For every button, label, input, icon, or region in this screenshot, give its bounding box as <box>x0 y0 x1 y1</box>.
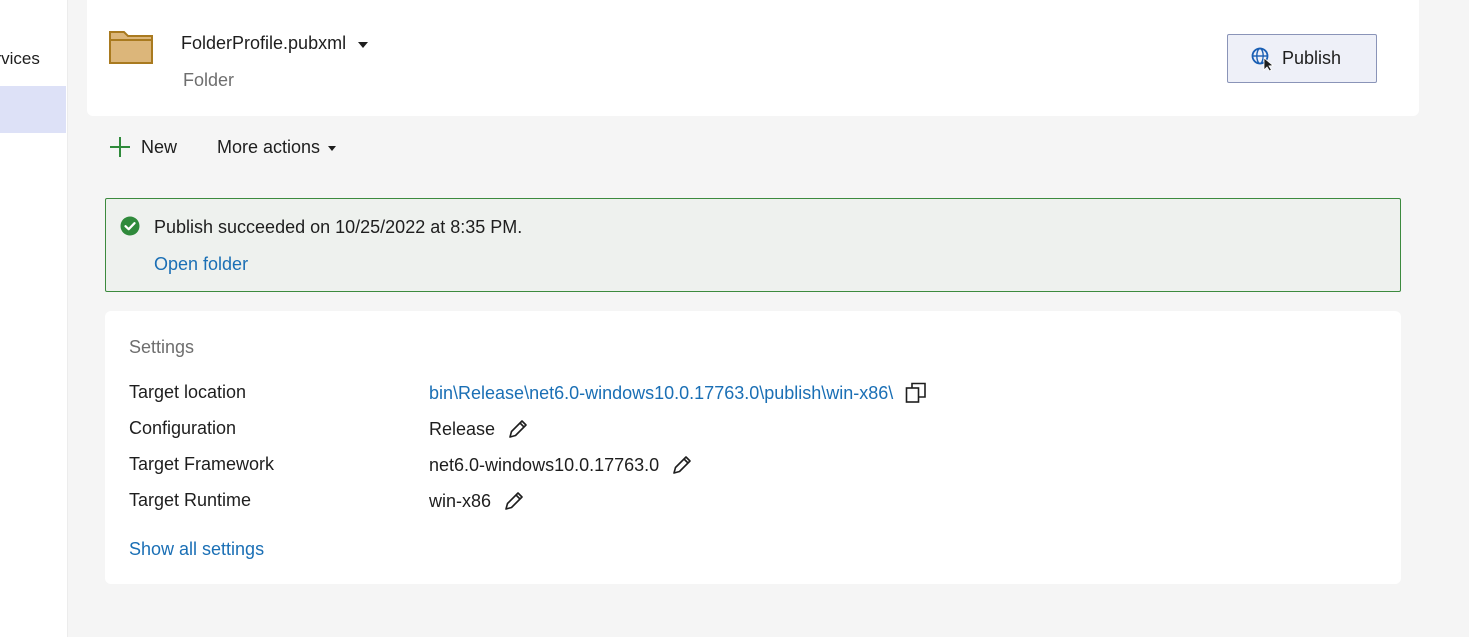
settings-label: Target location <box>129 382 247 402</box>
configuration-value: Release <box>429 418 496 439</box>
target-runtime-value: win-x86 <box>429 490 492 511</box>
publish-status-message: Publish succeeded on 10/25/2022 at 8:35 … <box>154 217 523 237</box>
more-actions-button[interactable]: More actions <box>217 136 337 158</box>
settings-row-target-framework: Target Framework net6.0-windows10.0.1776… <box>129 454 1329 480</box>
sidebar-item-selected[interactable] <box>0 86 66 133</box>
publish-button[interactable]: Publish <box>1227 34 1377 83</box>
show-all-settings-link[interactable]: Show all settings <box>129 539 264 560</box>
open-folder-link[interactable]: Open folder <box>154 254 248 275</box>
publish-button-label: Publish <box>1282 48 1342 68</box>
toolbar: New More actions <box>109 136 337 158</box>
settings-row-target-location: Target location bin\Release\net6.0-windo… <box>129 382 1329 408</box>
settings-label: Target Runtime <box>129 490 252 510</box>
chevron-down-icon <box>328 146 337 151</box>
target-location-link[interactable]: bin\Release\net6.0-windows10.0.17763.0\p… <box>429 383 893 404</box>
plus-icon <box>110 137 130 157</box>
sidebar-item-services[interactable]: ervices <box>0 49 40 69</box>
target-framework-value: net6.0-windows10.0.17763.0 <box>429 454 660 475</box>
main-content: FolderProfile.pubxml Folder Publish New … <box>69 0 1469 637</box>
folder-icon <box>109 31 153 64</box>
sidebar: ervices <box>0 0 68 637</box>
settings-label: Target Framework <box>129 454 275 474</box>
publish-globe-icon <box>1251 47 1274 71</box>
settings-row-target-runtime: Target Runtime win-x86 <box>129 490 1329 516</box>
edit-pencil-icon[interactable] <box>507 418 529 440</box>
success-check-icon <box>120 216 140 236</box>
more-actions-label: More actions <box>217 136 321 157</box>
profile-selector[interactable]: FolderProfile.pubxml <box>181 33 369 54</box>
copy-icon[interactable] <box>905 382 927 404</box>
chevron-down-icon <box>358 41 369 48</box>
profile-type: Folder <box>183 70 235 90</box>
settings-title: Settings <box>129 337 195 357</box>
settings-label: Configuration <box>129 418 237 438</box>
edit-pencil-icon[interactable] <box>503 490 525 512</box>
edit-pencil-icon[interactable] <box>671 454 693 476</box>
new-button-label: New <box>141 136 178 157</box>
settings-row-configuration: Configuration Release <box>129 418 1329 444</box>
new-profile-button[interactable]: New <box>109 136 177 158</box>
profile-name: FolderProfile.pubxml <box>181 33 347 53</box>
publish-status-banner: Publish succeeded on 10/25/2022 at 8:35 … <box>105 198 1401 292</box>
profile-card: FolderProfile.pubxml Folder Publish <box>87 0 1419 116</box>
settings-card: Settings Target location bin\Release\net… <box>105 311 1401 584</box>
